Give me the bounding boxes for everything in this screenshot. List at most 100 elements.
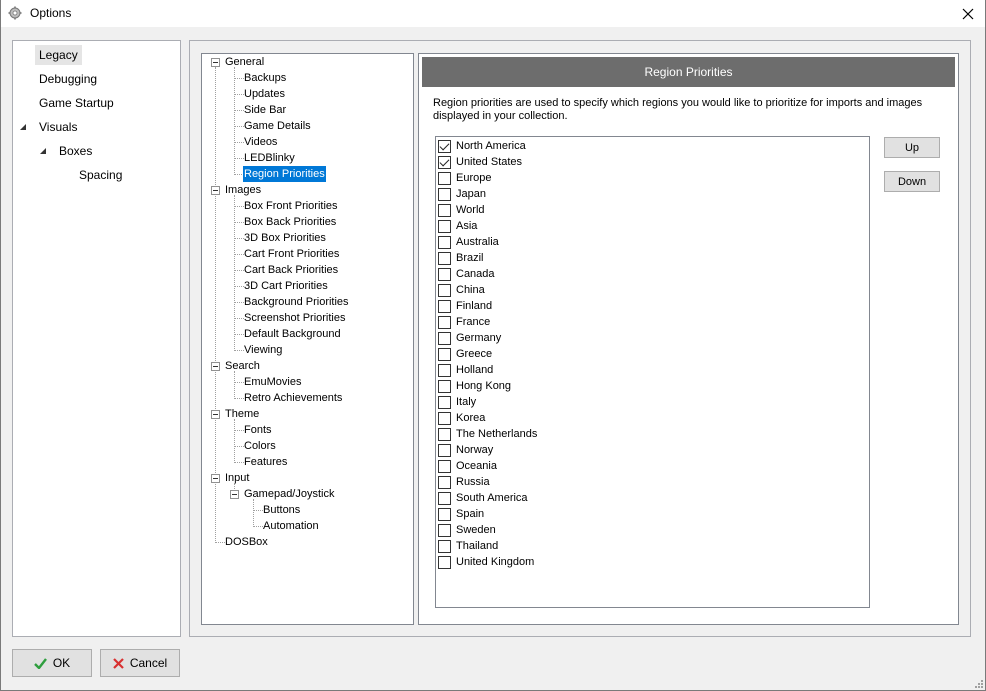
collapse-toggle-icon[interactable] bbox=[211, 410, 220, 419]
region-item[interactable]: Thailand bbox=[438, 538, 858, 554]
region-checkbox[interactable] bbox=[438, 315, 451, 329]
region-checkbox[interactable] bbox=[438, 523, 451, 537]
region-checkbox[interactable] bbox=[438, 491, 451, 505]
region-checkbox[interactable] bbox=[438, 427, 451, 441]
tree-node-theme[interactable]: Theme bbox=[224, 406, 260, 422]
region-checkbox[interactable] bbox=[438, 283, 451, 297]
region-checkbox[interactable] bbox=[438, 379, 451, 393]
region-checkbox[interactable] bbox=[438, 155, 451, 169]
region-item[interactable]: Finland bbox=[438, 298, 858, 314]
region-checkbox[interactable] bbox=[438, 459, 451, 473]
tree-node-buttons[interactable]: Buttons bbox=[262, 502, 301, 518]
region-checkbox[interactable] bbox=[438, 539, 451, 553]
tree-node-automation[interactable]: Automation bbox=[262, 518, 320, 534]
region-item[interactable]: Hong Kong bbox=[438, 378, 858, 394]
region-item[interactable]: The Netherlands bbox=[438, 426, 858, 442]
collapse-toggle-icon[interactable] bbox=[211, 186, 220, 195]
region-checkbox[interactable] bbox=[438, 139, 451, 153]
region-item[interactable]: South America bbox=[438, 490, 858, 506]
region-checkbox[interactable] bbox=[438, 347, 451, 361]
tree-node-gamepad-joystick[interactable]: Gamepad/Joystick bbox=[243, 486, 335, 502]
region-item[interactable]: North America bbox=[438, 138, 858, 154]
region-checkbox[interactable] bbox=[438, 171, 451, 185]
nav-item-boxes[interactable]: Boxes bbox=[55, 141, 96, 161]
region-checkbox[interactable] bbox=[438, 443, 451, 457]
region-item[interactable]: Norway bbox=[438, 442, 858, 458]
region-checkbox[interactable] bbox=[438, 187, 451, 201]
region-checkbox[interactable] bbox=[438, 235, 451, 249]
tree-node-general[interactable]: General bbox=[224, 54, 265, 70]
tree-node-cart-front-priorities[interactable]: Cart Front Priorities bbox=[243, 246, 340, 262]
tree-node-game-details[interactable]: Game Details bbox=[243, 118, 312, 134]
region-item[interactable]: Spain bbox=[438, 506, 858, 522]
region-checkbox[interactable] bbox=[438, 363, 451, 377]
region-checkbox[interactable] bbox=[438, 203, 451, 217]
cancel-button[interactable]: Cancel bbox=[100, 649, 180, 677]
tree-node-retro-achievements[interactable]: Retro Achievements bbox=[243, 390, 343, 406]
tree-node-default-background[interactable]: Default Background bbox=[243, 326, 342, 342]
region-item[interactable]: Holland bbox=[438, 362, 858, 378]
region-checkbox[interactable] bbox=[438, 411, 451, 425]
region-checkbox[interactable] bbox=[438, 395, 451, 409]
tree-node-search[interactable]: Search bbox=[224, 358, 261, 374]
tree-node-backups[interactable]: Backups bbox=[243, 70, 287, 86]
collapse-toggle-icon[interactable] bbox=[211, 474, 220, 483]
nav-item-spacing[interactable]: Spacing bbox=[75, 165, 126, 185]
collapse-toggle-icon[interactable] bbox=[211, 362, 220, 371]
region-checkbox[interactable] bbox=[438, 219, 451, 233]
tree-node-viewing[interactable]: Viewing bbox=[243, 342, 283, 358]
region-item[interactable]: Germany bbox=[438, 330, 858, 346]
tree-node-region-priorities[interactable]: Region Priorities bbox=[243, 166, 326, 182]
tree-node-updates[interactable]: Updates bbox=[243, 86, 286, 102]
region-item[interactable]: Asia bbox=[438, 218, 858, 234]
region-item[interactable]: Brazil bbox=[438, 250, 858, 266]
region-checkbox[interactable] bbox=[438, 267, 451, 281]
region-checkbox[interactable] bbox=[438, 251, 451, 265]
tree-node-3d-box-priorities[interactable]: 3D Box Priorities bbox=[243, 230, 327, 246]
region-item[interactable]: Europe bbox=[438, 170, 858, 186]
expanded-arrow-icon[interactable] bbox=[19, 123, 27, 131]
region-checkbox[interactable] bbox=[438, 331, 451, 345]
region-item[interactable]: Italy bbox=[438, 394, 858, 410]
tree-node-images[interactable]: Images bbox=[224, 182, 262, 198]
tree-node-cart-back-priorities[interactable]: Cart Back Priorities bbox=[243, 262, 339, 278]
region-item[interactable]: Japan bbox=[438, 186, 858, 202]
tree-node-ledblinky[interactable]: LEDBlinky bbox=[243, 150, 296, 166]
tree-node-videos[interactable]: Videos bbox=[243, 134, 278, 150]
region-item[interactable]: Russia bbox=[438, 474, 858, 490]
nav-item-legacy[interactable]: Legacy bbox=[35, 45, 82, 65]
collapse-toggle-icon[interactable] bbox=[230, 490, 239, 499]
tree-node-emumovies[interactable]: EmuMovies bbox=[243, 374, 302, 390]
region-item[interactable]: Oceania bbox=[438, 458, 858, 474]
nav-item-debugging[interactable]: Debugging bbox=[35, 69, 101, 89]
region-item[interactable]: Sweden bbox=[438, 522, 858, 538]
region-item[interactable]: Australia bbox=[438, 234, 858, 250]
nav-item-game-startup[interactable]: Game Startup bbox=[35, 93, 118, 113]
tree-node-input[interactable]: Input bbox=[224, 470, 250, 486]
tree-node-background-priorities[interactable]: Background Priorities bbox=[243, 294, 350, 310]
tree-node-side-bar[interactable]: Side Bar bbox=[243, 102, 287, 118]
region-checkbox[interactable] bbox=[438, 507, 451, 521]
region-item[interactable]: World bbox=[438, 202, 858, 218]
tree-node-colors[interactable]: Colors bbox=[243, 438, 277, 454]
close-button[interactable] bbox=[950, 0, 986, 27]
move-up-button[interactable]: Up bbox=[884, 137, 940, 158]
region-item[interactable]: Greece bbox=[438, 346, 858, 362]
tree-node-box-front-priorities[interactable]: Box Front Priorities bbox=[243, 198, 339, 214]
tree-node-box-back-priorities[interactable]: Box Back Priorities bbox=[243, 214, 337, 230]
resize-grip-icon[interactable] bbox=[972, 677, 984, 689]
ok-button[interactable]: OK bbox=[12, 649, 92, 677]
region-item[interactable]: Canada bbox=[438, 266, 858, 282]
region-item[interactable]: China bbox=[438, 282, 858, 298]
tree-node-dosbox[interactable]: DOSBox bbox=[224, 534, 269, 550]
region-item[interactable]: Korea bbox=[438, 410, 858, 426]
move-down-button[interactable]: Down bbox=[884, 171, 940, 192]
region-item[interactable]: United Kingdom bbox=[438, 554, 858, 570]
tree-node-features[interactable]: Features bbox=[243, 454, 288, 470]
region-checkbox[interactable] bbox=[438, 475, 451, 489]
tree-node-fonts[interactable]: Fonts bbox=[243, 422, 273, 438]
region-item[interactable]: United States bbox=[438, 154, 858, 170]
region-checkbox[interactable] bbox=[438, 555, 451, 569]
region-checklist[interactable]: North America United States Europe Japan Wor… bbox=[435, 136, 870, 608]
collapse-toggle-icon[interactable] bbox=[211, 58, 220, 67]
